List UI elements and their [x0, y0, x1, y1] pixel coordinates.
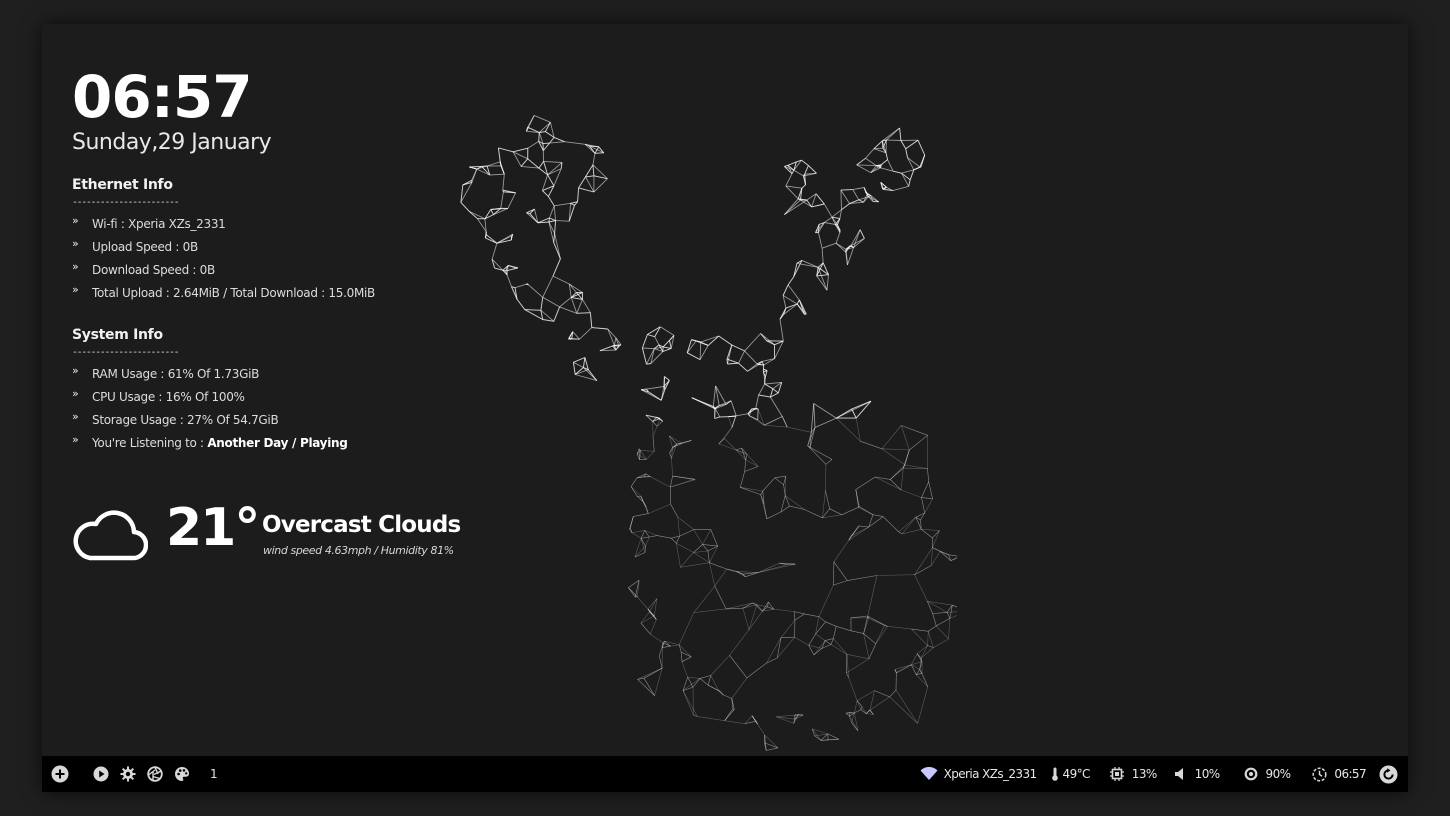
weather-detail: wind speed 4.63mph / Humidity 81%	[263, 544, 454, 557]
chevron-right-icon: »	[72, 260, 79, 273]
volume-value: 10%	[1194, 767, 1220, 781]
clock-date: Sunday,29 January	[72, 130, 272, 155]
palette-icon[interactable]	[172, 764, 192, 784]
system-info-list: » RAM Usage : 61% Of 1.73GiB » CPU Usage :…	[72, 363, 492, 455]
weather-temperature: 21°	[166, 498, 260, 558]
clock-icon	[1312, 766, 1327, 782]
list-item-upload-speed: » Upload Speed : 0B	[72, 236, 492, 259]
brightness-module[interactable]: 90%	[1244, 767, 1291, 781]
conky-widget: 06:57 Sunday,29 January Ethernet Info --…	[72, 64, 492, 455]
desktop: 06:57 Sunday,29 January Ethernet Info --…	[42, 24, 1408, 792]
power-restart-icon[interactable]	[1378, 764, 1398, 784]
add-icon[interactable]	[50, 764, 70, 784]
wifi-icon	[920, 767, 938, 781]
chevron-right-icon: »	[72, 214, 79, 227]
cpu-value: 13%	[1131, 767, 1157, 781]
deer-wallpaper-art	[460, 114, 957, 751]
music-label: You're Listening to :	[92, 436, 208, 450]
list-item-storage: » Storage Usage : 27% Of 54.7GiB	[72, 409, 492, 432]
chevron-right-icon: »	[72, 410, 79, 423]
bottom-panel: 1 Xperia XZs_2331 49°C 13% 10% 90% 06:57	[42, 756, 1408, 792]
brightness-icon	[1244, 767, 1258, 781]
workspace-indicator[interactable]: 1	[210, 767, 218, 781]
clock-value: 06:57	[1334, 767, 1366, 781]
ethernet-info-title: Ethernet Info	[72, 177, 173, 193]
cpu-module[interactable]: 13%	[1109, 767, 1157, 781]
ram-usage-text: RAM Usage : 61% Of 1.73GiB	[92, 367, 260, 381]
brightness-value: 90%	[1265, 767, 1291, 781]
chevron-right-icon: »	[72, 364, 79, 377]
thermometer-icon	[1051, 767, 1059, 781]
settings-icon[interactable]	[118, 764, 138, 784]
list-item-download-speed: » Download Speed : 0B	[72, 259, 492, 282]
chevron-right-icon: »	[72, 283, 79, 296]
list-item-ram: » RAM Usage : 61% Of 1.73GiB	[72, 363, 492, 386]
weather-condition: Overcast Clouds	[262, 512, 461, 538]
wifi-module[interactable]: Xperia XZs_2331	[920, 767, 1037, 781]
panel-left-group: 1	[50, 756, 218, 792]
system-info-title: System Info	[72, 327, 163, 343]
play-icon[interactable]	[91, 764, 111, 784]
totals-text: Total Upload : 2.64MiB / Total Download …	[92, 286, 375, 300]
cpu-usage-text: CPU Usage : 16% Of 100%	[92, 390, 245, 404]
clock-time: 06:57	[72, 63, 253, 131]
clock-module[interactable]: 06:57	[1312, 766, 1367, 782]
list-item-totals: » Total Upload : 2.64MiB / Total Download…	[72, 282, 492, 305]
chevron-right-icon: »	[72, 387, 79, 400]
download-speed-text: Download Speed : 0B	[92, 263, 215, 277]
list-item-wifi: » Wi-fi : Xperia XZs_2331	[72, 213, 492, 236]
aperture-icon[interactable]	[145, 764, 165, 784]
panel-right-group: Xperia XZs_2331 49°C 13% 10% 90% 06:57	[906, 756, 1398, 792]
ethernet-divider: -----------------------	[72, 197, 180, 208]
upload-speed-text: Upload Speed : 0B	[92, 240, 198, 254]
list-item-music: » You're Listening to : Another Day / Pla…	[72, 432, 492, 455]
cpu-chip-icon	[1109, 767, 1124, 781]
volume-module[interactable]: 10%	[1174, 767, 1220, 781]
storage-usage-text: Storage Usage : 27% Of 54.7GiB	[92, 413, 279, 427]
system-divider: -----------------------	[72, 347, 180, 358]
ethernet-info-list: » Wi-fi : Xperia XZs_2331 » Upload Speed :…	[72, 213, 492, 305]
temperature-module[interactable]: 49°C	[1051, 767, 1090, 781]
chevron-right-icon: »	[72, 433, 79, 446]
music-value: Another Day / Playing	[207, 436, 348, 450]
cloud-icon	[73, 510, 148, 561]
wifi-ssid: Xperia XZs_2331	[943, 767, 1037, 781]
temperature-value: 49°C	[1062, 767, 1091, 781]
list-item-cpu: » CPU Usage : 16% Of 100%	[72, 386, 492, 409]
wifi-text: Wi-fi : Xperia XZs_2331	[92, 217, 226, 231]
weather-widget: 21° Overcast Clouds wind speed 4.63mph /…	[72, 498, 492, 574]
chevron-right-icon: »	[72, 237, 79, 250]
speaker-icon	[1174, 768, 1185, 780]
